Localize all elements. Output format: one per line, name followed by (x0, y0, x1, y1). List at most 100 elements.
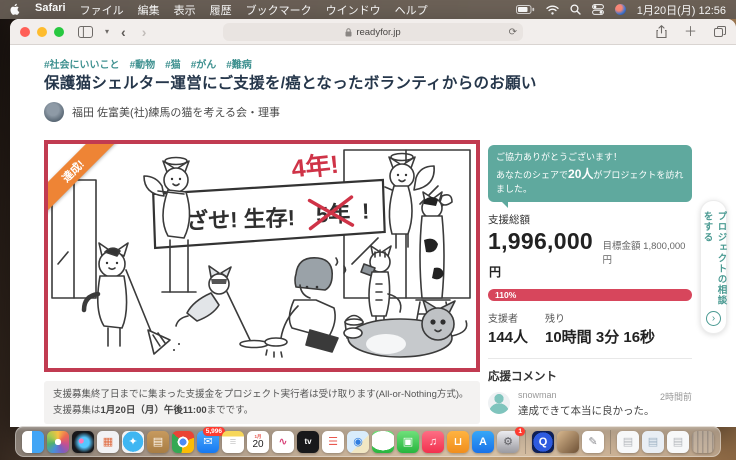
apple-tv-icon[interactable]: tv (297, 431, 319, 453)
dock-divider (525, 430, 526, 454)
tab-overview-icon[interactable] (714, 25, 726, 38)
funding-note: 支援募集終了日までに集まった支援金をプロジェクト実行者は受け取ります(All-o… (44, 381, 480, 424)
quicktime-icon[interactable]: Q (532, 431, 554, 453)
menu-items: Safari ファイル編集表示履歴ブックマークウインドウヘルプ (35, 2, 428, 18)
launchpad-icon[interactable]: ▦ (97, 431, 119, 453)
share-icon[interactable] (656, 25, 667, 38)
menu-bar: Safari ファイル編集表示履歴ブックマークウインドウヘルプ 1月20日(月) … (0, 0, 736, 19)
supporters-label: 支援者 (488, 310, 545, 325)
project-hero-image[interactable]: 達成! めざせ! 生存! 5年 ! (44, 140, 480, 372)
notification-badge: 1 (515, 427, 525, 437)
photos-icon[interactable] (47, 431, 69, 453)
hashtag-1[interactable]: #社会にいいこと (44, 56, 120, 71)
contacts-icon[interactable]: ▤ (147, 431, 169, 453)
stats-panel: ご協力ありがとうございます！ あなたのシェアで20人がプロジェクトを訪れました。… (488, 145, 692, 426)
minimized-window-2-icon[interactable]: ▤ (642, 431, 664, 453)
menu-item-1[interactable]: Safari (35, 2, 66, 18)
menu-item-3[interactable]: 編集 (138, 2, 160, 18)
author-name: 福田 佐富美(社)練馬の猫を考える会・理事 (72, 104, 280, 120)
hashtag-4[interactable]: #がん (191, 56, 217, 71)
minimize-window-button[interactable] (37, 27, 47, 37)
close-window-button[interactable] (20, 27, 30, 37)
mail-icon[interactable]: ✉5,996 (197, 431, 219, 453)
minimized-window-1-icon[interactable]: ▤ (617, 431, 639, 453)
note-deadline: 1月20日（月）午後11:00 (101, 405, 207, 416)
spotlight-search-icon[interactable] (570, 4, 581, 15)
menu-item-7[interactable]: ウインドウ (326, 2, 381, 18)
screenshot-preview-icon[interactable] (557, 431, 579, 453)
wifi-icon[interactable] (546, 5, 559, 15)
comments-heading: 応援コメント (488, 368, 692, 384)
freeform-icon[interactable]: ∿ (272, 431, 294, 453)
menu-item-6[interactable]: ブックマーク (246, 2, 312, 18)
divider (488, 358, 692, 359)
cat-shelter-illustration: めざせ! 生存! 5年 ! 4年! (48, 144, 476, 360)
author-avatar (44, 102, 64, 122)
chrome-icon[interactable] (172, 431, 194, 453)
commenter-name: snowman (518, 390, 557, 403)
finder-icon[interactable] (22, 431, 44, 453)
maps-icon[interactable]: ◉ (347, 431, 369, 453)
apple-menu-icon[interactable] (10, 3, 21, 16)
menu-item-2[interactable]: ファイル (80, 2, 124, 18)
control-center-icon[interactable] (592, 4, 604, 15)
lock-icon (345, 28, 352, 37)
tooltip-line2: あなたのシェアで20人がプロジェクトを訪れました。 (496, 165, 684, 197)
calendar-icon[interactable]: 1月20 (247, 431, 269, 453)
safari-window: ▾ ‹ › readyfor.jp ⟳ ＋ (10, 19, 736, 427)
url-text: readyfor.jp (356, 27, 400, 38)
siri-icon[interactable] (72, 431, 94, 453)
window-controls (20, 27, 64, 37)
progress-percent: 110% (495, 290, 516, 300)
address-bar[interactable]: readyfor.jp ⟳ (223, 23, 523, 41)
zoom-window-button[interactable] (54, 27, 64, 37)
books-icon[interactable]: ⊔ (447, 431, 469, 453)
author-row[interactable]: 福田 佐富美(社)練馬の猫を考える会・理事 (44, 102, 280, 122)
comment-time: 2時間前 (660, 390, 692, 403)
textedit-icon[interactable]: ✎ (582, 431, 604, 453)
reminders-icon[interactable]: ☰ (322, 431, 344, 453)
note-post: までです。 (207, 405, 254, 416)
banner-correction: 4年! (290, 150, 340, 184)
supporters-value: 144人 (488, 326, 545, 347)
dock-divider (610, 430, 611, 454)
minimized-window-3-icon[interactable]: ▤ (667, 431, 689, 453)
messages-icon[interactable] (372, 431, 394, 453)
commenter-avatar (488, 392, 510, 414)
remaining-label: 残り (545, 310, 655, 325)
new-tab-icon[interactable]: ＋ (684, 25, 697, 38)
menu-item-5[interactable]: 履歴 (210, 2, 232, 18)
comment-text: 達成できて本当に良かった。 (518, 404, 692, 419)
app-store-icon[interactable]: A (472, 431, 494, 453)
comment-item-1: snowman 2時間前達成できて本当に良かった。 (488, 390, 692, 419)
forward-button[interactable]: › (142, 24, 147, 40)
back-button[interactable]: ‹ (121, 24, 126, 40)
menu-item-8[interactable]: ヘルプ (395, 2, 428, 18)
status-orb-icon[interactable] (615, 4, 626, 15)
safari-icon[interactable]: ✦ (122, 431, 144, 453)
project-consult-tab[interactable]: プロジェクトの相談をする › (700, 200, 727, 334)
hashtag-list: #社会にいいこと #動物 #猫 #がん #難病 (44, 56, 252, 71)
hashtag-5[interactable]: #難病 (226, 56, 252, 71)
reload-icon[interactable]: ⟳ (509, 27, 517, 38)
total-label: 支援総額 (488, 212, 692, 227)
battery-icon[interactable] (516, 5, 535, 14)
tooltip-line1: ご協力ありがとうございます！ (496, 151, 684, 165)
sidebar-toggle-icon[interactable] (78, 26, 93, 38)
music-icon[interactable]: ♫ (422, 431, 444, 453)
progress-bar: 110% (488, 289, 692, 301)
remaining-value: 10時間 3分 16秒 (545, 326, 655, 347)
trash-icon[interactable] (692, 431, 714, 453)
hashtag-2[interactable]: #動物 (130, 56, 156, 71)
menu-item-4[interactable]: 表示 (174, 2, 196, 18)
facetime-icon[interactable]: ▣ (397, 431, 419, 453)
browser-toolbar: ▾ ‹ › readyfor.jp ⟳ ＋ (10, 19, 736, 45)
chevron-down-icon[interactable]: ▾ (105, 28, 109, 36)
menu-clock[interactable]: 1月20日(月) 12:56 (637, 2, 726, 18)
hashtag-3[interactable]: #猫 (165, 56, 181, 71)
chevron-right-icon: › (706, 311, 721, 326)
desktop: Safari ファイル編集表示履歴ブックマークウインドウヘルプ 1月20日(月) … (0, 0, 736, 460)
page-content: #社会にいいこと#動物#猫#がん#難病 保護猫シェルター運営にご支援を/癌となっ… (10, 45, 736, 426)
settings-icon[interactable]: ⚙1 (497, 431, 519, 453)
notes-icon[interactable]: ≡ (222, 431, 244, 453)
